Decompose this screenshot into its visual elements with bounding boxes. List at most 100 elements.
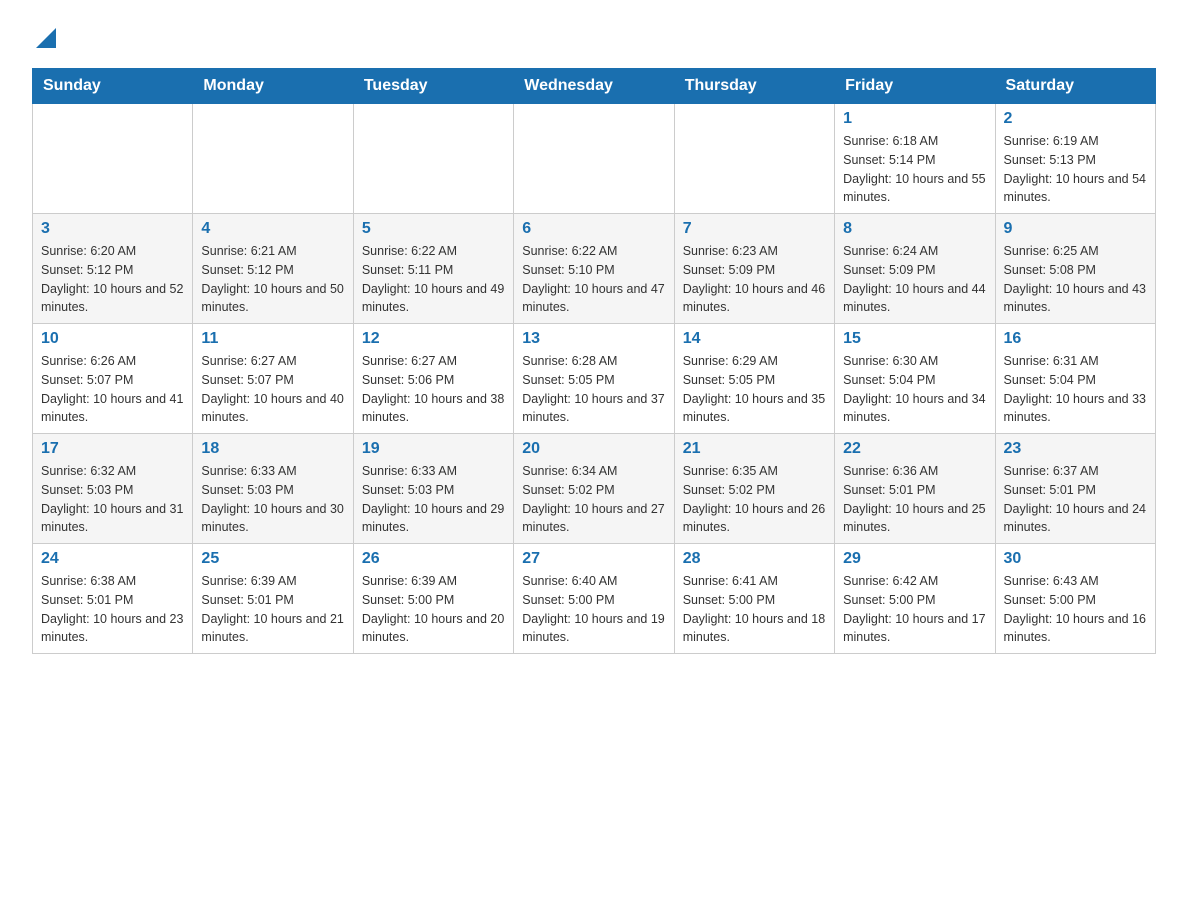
day-info: Sunrise: 6:19 AMSunset: 5:13 PMDaylight:… — [1004, 132, 1147, 207]
day-info: Sunrise: 6:36 AMSunset: 5:01 PMDaylight:… — [843, 462, 986, 537]
day-number: 18 — [201, 440, 344, 458]
calendar-cell: 26 Sunrise: 6:39 AMSunset: 5:00 PMDayligh… — [353, 544, 513, 654]
day-number: 8 — [843, 220, 986, 238]
day-info: Sunrise: 6:29 AMSunset: 5:05 PMDaylight:… — [683, 352, 826, 427]
day-number: 2 — [1004, 110, 1147, 128]
day-number: 14 — [683, 330, 826, 348]
calendar-cell: 2 Sunrise: 6:19 AMSunset: 5:13 PMDaylight… — [995, 104, 1155, 214]
day-info: Sunrise: 6:39 AMSunset: 5:00 PMDaylight:… — [362, 572, 505, 647]
calendar-week-row: 3 Sunrise: 6:20 AMSunset: 5:12 PMDaylight… — [33, 214, 1156, 324]
calendar-cell — [353, 104, 513, 214]
day-info: Sunrise: 6:31 AMSunset: 5:04 PMDaylight:… — [1004, 352, 1147, 427]
day-info: Sunrise: 6:25 AMSunset: 5:08 PMDaylight:… — [1004, 242, 1147, 317]
calendar-header-row: Sunday Monday Tuesday Wednesday Thursday… — [33, 69, 1156, 104]
day-info: Sunrise: 6:22 AMSunset: 5:10 PMDaylight:… — [522, 242, 665, 317]
calendar-cell: 11 Sunrise: 6:27 AMSunset: 5:07 PMDayligh… — [193, 324, 353, 434]
day-info: Sunrise: 6:33 AMSunset: 5:03 PMDaylight:… — [362, 462, 505, 537]
day-number: 25 — [201, 550, 344, 568]
calendar-cell: 20Sunrise: 6:34 AMSunset: 5:02 PMDayligh… — [514, 434, 674, 544]
col-wednesday: Wednesday — [514, 69, 674, 104]
day-number: 17 — [41, 440, 184, 458]
day-number: 30 — [1004, 550, 1147, 568]
calendar-cell: 5 Sunrise: 6:22 AMSunset: 5:11 PMDaylight… — [353, 214, 513, 324]
day-number: 5 — [362, 220, 505, 238]
day-number: 13 — [522, 330, 665, 348]
day-number: 11 — [201, 330, 344, 348]
day-info: Sunrise: 6:27 AMSunset: 5:07 PMDaylight:… — [201, 352, 344, 427]
calendar-cell: 18 Sunrise: 6:33 AMSunset: 5:03 PMDayligh… — [193, 434, 353, 544]
day-number: 7 — [683, 220, 826, 238]
day-info: Sunrise: 6:30 AMSunset: 5:04 PMDaylight:… — [843, 352, 986, 427]
day-number: 16 — [1004, 330, 1147, 348]
calendar-cell: 13Sunrise: 6:28 AMSunset: 5:05 PMDayligh… — [514, 324, 674, 434]
day-info: Sunrise: 6:20 AMSunset: 5:12 PMDaylight:… — [41, 242, 184, 317]
calendar-cell: 30 Sunrise: 6:43 AMSunset: 5:00 PMDayligh… — [995, 544, 1155, 654]
calendar-cell: 6 Sunrise: 6:22 AMSunset: 5:10 PMDaylight… — [514, 214, 674, 324]
day-number: 3 — [41, 220, 184, 238]
day-number: 4 — [201, 220, 344, 238]
calendar-cell: 17 Sunrise: 6:32 AMSunset: 5:03 PMDayligh… — [33, 434, 193, 544]
day-info: Sunrise: 6:43 AMSunset: 5:00 PMDaylight:… — [1004, 572, 1147, 647]
calendar-cell: 27Sunrise: 6:40 AMSunset: 5:00 PMDayligh… — [514, 544, 674, 654]
calendar-week-row: 17 Sunrise: 6:32 AMSunset: 5:03 PMDayligh… — [33, 434, 1156, 544]
calendar-cell: 7 Sunrise: 6:23 AMSunset: 5:09 PMDaylight… — [674, 214, 834, 324]
calendar-cell: 24Sunrise: 6:38 AMSunset: 5:01 PMDayligh… — [33, 544, 193, 654]
day-number: 9 — [1004, 220, 1147, 238]
calendar-cell: 14 Sunrise: 6:29 AMSunset: 5:05 PMDayligh… — [674, 324, 834, 434]
day-number: 26 — [362, 550, 505, 568]
day-info: Sunrise: 6:40 AMSunset: 5:00 PMDaylight:… — [522, 572, 665, 647]
day-info: Sunrise: 6:23 AMSunset: 5:09 PMDaylight:… — [683, 242, 826, 317]
calendar-week-row: 10Sunrise: 6:26 AMSunset: 5:07 PMDayligh… — [33, 324, 1156, 434]
day-number: 1 — [843, 110, 986, 128]
day-number: 12 — [362, 330, 505, 348]
calendar-cell: 8 Sunrise: 6:24 AMSunset: 5:09 PMDaylight… — [835, 214, 995, 324]
calendar-cell: 1 Sunrise: 6:18 AMSunset: 5:14 PMDaylight… — [835, 104, 995, 214]
calendar-cell: 21 Sunrise: 6:35 AMSunset: 5:02 PMDayligh… — [674, 434, 834, 544]
day-number: 22 — [843, 440, 986, 458]
day-number: 19 — [362, 440, 505, 458]
logo — [32, 24, 60, 48]
day-info: Sunrise: 6:35 AMSunset: 5:02 PMDaylight:… — [683, 462, 826, 537]
logo-triangle-icon — [32, 24, 60, 52]
day-info: Sunrise: 6:41 AMSunset: 5:00 PMDaylight:… — [683, 572, 826, 647]
calendar-cell: 19 Sunrise: 6:33 AMSunset: 5:03 PMDayligh… — [353, 434, 513, 544]
day-info: Sunrise: 6:33 AMSunset: 5:03 PMDaylight:… — [201, 462, 344, 537]
calendar-cell: 10Sunrise: 6:26 AMSunset: 5:07 PMDayligh… — [33, 324, 193, 434]
col-monday: Monday — [193, 69, 353, 104]
day-number: 21 — [683, 440, 826, 458]
day-info: Sunrise: 6:34 AMSunset: 5:02 PMDaylight:… — [522, 462, 665, 537]
calendar-cell: 15Sunrise: 6:30 AMSunset: 5:04 PMDayligh… — [835, 324, 995, 434]
day-info: Sunrise: 6:22 AMSunset: 5:11 PMDaylight:… — [362, 242, 505, 317]
calendar-cell: 16 Sunrise: 6:31 AMSunset: 5:04 PMDayligh… — [995, 324, 1155, 434]
day-info: Sunrise: 6:24 AMSunset: 5:09 PMDaylight:… — [843, 242, 986, 317]
day-number: 23 — [1004, 440, 1147, 458]
calendar-week-row: 1 Sunrise: 6:18 AMSunset: 5:14 PMDaylight… — [33, 104, 1156, 214]
calendar-cell: 23 Sunrise: 6:37 AMSunset: 5:01 PMDayligh… — [995, 434, 1155, 544]
calendar-cell: 4Sunrise: 6:21 AMSunset: 5:12 PMDaylight… — [193, 214, 353, 324]
day-info: Sunrise: 6:37 AMSunset: 5:01 PMDaylight:… — [1004, 462, 1147, 537]
day-info: Sunrise: 6:39 AMSunset: 5:01 PMDaylight:… — [201, 572, 344, 647]
calendar-cell — [514, 104, 674, 214]
day-number: 28 — [683, 550, 826, 568]
col-thursday: Thursday — [674, 69, 834, 104]
day-info: Sunrise: 6:27 AMSunset: 5:06 PMDaylight:… — [362, 352, 505, 427]
calendar-cell: 25 Sunrise: 6:39 AMSunset: 5:01 PMDayligh… — [193, 544, 353, 654]
calendar-cell — [674, 104, 834, 214]
calendar-cell — [33, 104, 193, 214]
calendar-cell: 28 Sunrise: 6:41 AMSunset: 5:00 PMDayligh… — [674, 544, 834, 654]
col-tuesday: Tuesday — [353, 69, 513, 104]
col-sunday: Sunday — [33, 69, 193, 104]
day-info: Sunrise: 6:38 AMSunset: 5:01 PMDaylight:… — [41, 572, 184, 647]
calendar-table: Sunday Monday Tuesday Wednesday Thursday… — [32, 68, 1156, 654]
calendar-cell — [193, 104, 353, 214]
day-number: 10 — [41, 330, 184, 348]
day-info: Sunrise: 6:32 AMSunset: 5:03 PMDaylight:… — [41, 462, 184, 537]
day-number: 6 — [522, 220, 665, 238]
col-saturday: Saturday — [995, 69, 1155, 104]
day-info: Sunrise: 6:18 AMSunset: 5:14 PMDaylight:… — [843, 132, 986, 207]
calendar-cell: 9 Sunrise: 6:25 AMSunset: 5:08 PMDaylight… — [995, 214, 1155, 324]
calendar-cell: 29 Sunrise: 6:42 AMSunset: 5:00 PMDayligh… — [835, 544, 995, 654]
day-info: Sunrise: 6:42 AMSunset: 5:00 PMDaylight:… — [843, 572, 986, 647]
col-friday: Friday — [835, 69, 995, 104]
day-number: 29 — [843, 550, 986, 568]
